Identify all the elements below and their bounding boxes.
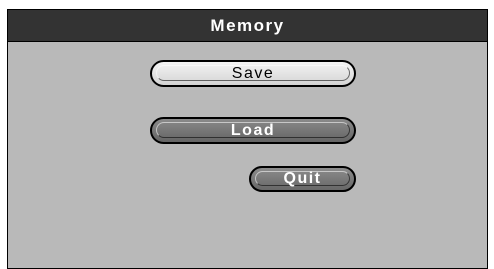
memory-dialog: Memory Save Load Quit bbox=[7, 9, 488, 269]
save-button[interactable]: Save bbox=[150, 60, 356, 87]
dialog-title: Memory bbox=[210, 15, 285, 35]
title-bar: Memory bbox=[8, 10, 487, 42]
save-button-label: Save bbox=[231, 64, 275, 82]
load-button[interactable]: Load bbox=[150, 117, 356, 144]
quit-button[interactable]: Quit bbox=[249, 166, 356, 192]
load-button-label: Load bbox=[230, 121, 276, 139]
quit-button-label: Quit bbox=[283, 170, 322, 187]
